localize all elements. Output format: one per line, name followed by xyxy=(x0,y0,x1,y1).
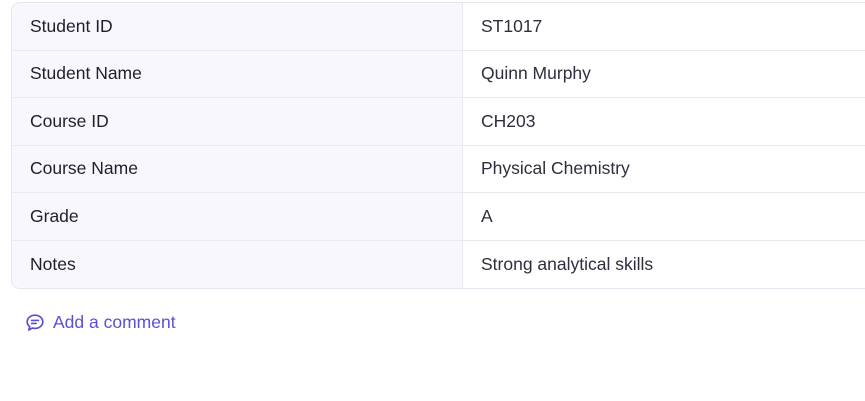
field-row-course-name: Course Name Physical Chemistry xyxy=(12,145,865,193)
field-label: Student Name xyxy=(12,50,463,97)
field-row-student-id: Student ID ST1017 xyxy=(12,3,865,51)
field-label: Grade xyxy=(12,193,463,240)
field-value: Physical Chemistry xyxy=(463,145,865,192)
field-row-notes: Notes Strong analytical skills xyxy=(12,240,865,288)
field-row-student-name: Student Name Quinn Murphy xyxy=(12,50,865,98)
field-value: Strong analytical skills xyxy=(463,240,865,288)
field-label: Notes xyxy=(12,240,463,288)
record-table: Student ID ST1017 Student Name Quinn Mur… xyxy=(11,2,865,289)
field-label: Course Name xyxy=(12,145,463,192)
field-label: Course ID xyxy=(12,98,463,145)
field-row-grade: Grade A xyxy=(12,193,865,241)
field-value: CH203 xyxy=(463,98,865,145)
field-label: Student ID xyxy=(12,3,463,50)
field-row-course-id: Course ID CH203 xyxy=(12,98,865,146)
comment-icon xyxy=(25,313,45,333)
field-value: A xyxy=(463,193,865,240)
field-value: Quinn Murphy xyxy=(463,50,865,97)
field-value: ST1017 xyxy=(463,3,865,50)
add-comment-label: Add a comment xyxy=(53,312,176,332)
add-comment-link[interactable]: Add a comment xyxy=(25,312,176,333)
